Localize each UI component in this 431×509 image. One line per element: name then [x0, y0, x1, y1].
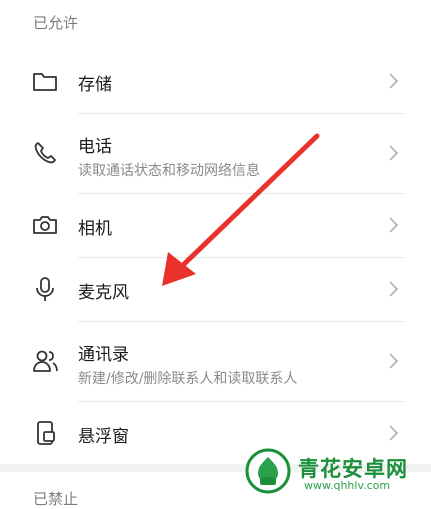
- chevron-right-icon: [386, 71, 400, 91]
- permission-subtitle: 新建/修改/删除联系人和读取联系人: [78, 371, 298, 387]
- watermark-url: www.qhhlv.com: [304, 479, 391, 492]
- chevron-right-icon: [386, 143, 400, 163]
- permission-item-phone[interactable]: 电话 读取通话状态和移动网络信息: [0, 114, 431, 192]
- watermark-logo-icon: [245, 448, 291, 494]
- permission-title: 相机: [78, 219, 112, 239]
- permission-title: 电话: [78, 137, 112, 157]
- microphone-icon: [30, 274, 60, 304]
- permission-title: 麦克风: [78, 283, 129, 303]
- section-title-denied: 已禁止: [33, 490, 79, 508]
- watermark: 青花安卓网 www.qhhlv.com: [242, 447, 422, 497]
- camera-icon: [30, 210, 60, 240]
- contacts-icon: [30, 346, 60, 376]
- permission-title: 悬浮窗: [78, 427, 129, 447]
- permission-item-storage[interactable]: 存储: [0, 50, 431, 112]
- folder-icon: [30, 66, 60, 96]
- permission-title: 通讯录: [78, 345, 129, 365]
- permission-subtitle: 读取通话状态和移动网络信息: [78, 163, 260, 179]
- chevron-right-icon: [386, 215, 400, 235]
- permission-item-contacts[interactable]: 通讯录 新建/修改/删除联系人和读取联系人: [0, 322, 431, 400]
- chevron-right-icon: [386, 279, 400, 299]
- section-title-allowed: 已允许: [33, 14, 79, 32]
- permission-item-microphone[interactable]: 麦克风: [0, 258, 431, 320]
- chevron-right-icon: [386, 351, 400, 371]
- permission-title: 存储: [78, 75, 112, 95]
- floating-window-icon: [30, 418, 60, 448]
- chevron-right-icon: [386, 423, 400, 443]
- permission-item-camera[interactable]: 相机: [0, 194, 431, 256]
- phone-icon: [30, 138, 60, 168]
